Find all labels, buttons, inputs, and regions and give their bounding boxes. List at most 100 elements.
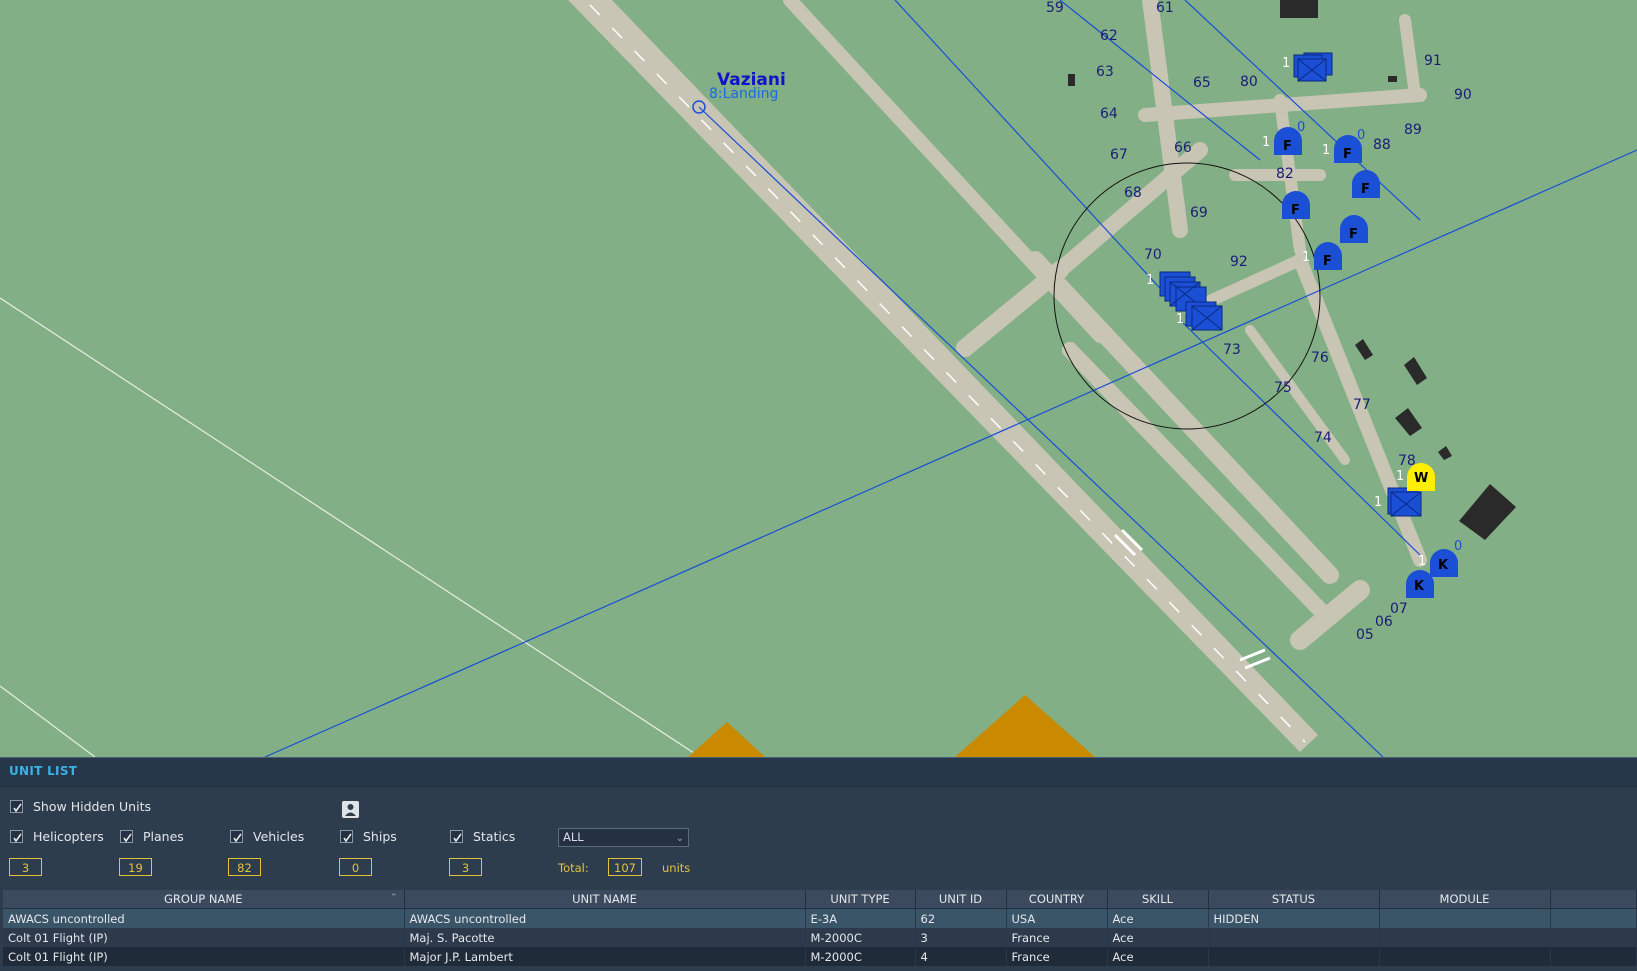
ground-unit-icon[interactable] [1185, 301, 1223, 331]
table-cell: Colt 01 Flight (IP) [3, 928, 405, 947]
parking-number: 76 [1311, 350, 1329, 366]
column-header-status[interactable]: STATUS [1208, 890, 1380, 909]
table-cell [1550, 908, 1637, 928]
svg-text:1: 1 [1176, 312, 1184, 327]
aircraft-unit-icon[interactable]: F [1340, 215, 1368, 243]
parking-number: 65 [1193, 75, 1211, 91]
svg-text:1: 1 [1322, 143, 1330, 158]
parking-number: 59 [1046, 0, 1064, 16]
table-row[interactable]: Colt 01 Flight (IP) Maj. S. Pacotte M-20… [3, 928, 1637, 947]
table-cell [1379, 947, 1551, 966]
country-select[interactable]: ALL ⌄ [558, 828, 689, 847]
parking-number: 89 [1404, 122, 1422, 138]
parking-number: 70 [1144, 247, 1162, 263]
svg-text:1: 1 [1374, 495, 1382, 510]
table-cell: E-3A [805, 908, 916, 928]
mission-map[interactable]: Vaziani 8:Landing 59 61 62 63 64 65 80 9… [0, 0, 1637, 757]
svg-text:F: F [1283, 139, 1292, 154]
parking-number: 69 [1190, 205, 1208, 221]
show-hidden-label: Show Hidden Units [33, 799, 151, 814]
aircraft-unit-icon[interactable]: F [1352, 170, 1380, 198]
parking-number: 80 [1240, 74, 1258, 90]
ships-checkbox[interactable] [340, 830, 353, 843]
parking-number: 61 [1156, 0, 1174, 16]
column-header-module[interactable]: MODULE [1379, 890, 1551, 909]
aircraft-unit-icon[interactable]: W [1407, 463, 1435, 491]
show-hidden-checkbox[interactable] [10, 800, 23, 813]
total-count: 107 [608, 858, 642, 876]
vehicles-label: Vehicles [253, 829, 305, 844]
column-header-skill[interactable]: SKILL [1107, 890, 1209, 909]
aircraft-unit-icon[interactable]: K [1406, 570, 1434, 598]
helicopters-label: Helicopters [33, 829, 104, 844]
vehicles-checkbox[interactable] [230, 830, 243, 843]
table-row[interactable]: Colt 01 Flight (IP) Major J.P. Lambert M… [3, 947, 1637, 966]
helicopters-checkbox[interactable] [10, 830, 23, 843]
chevron-down-icon: ⌄ [675, 833, 684, 844]
table-cell: Maj. S. Pacotte [404, 928, 806, 947]
table-cell: AWACS uncontrolled [404, 908, 806, 928]
table-cell: M-2000C [805, 928, 916, 947]
column-header-unit-id[interactable]: UNIT ID [915, 890, 1007, 909]
table-cell: France [1006, 928, 1108, 947]
ground-unit-icon[interactable] [1387, 487, 1422, 517]
column-header-country[interactable]: COUNTRY [1006, 890, 1108, 909]
ground-unit-icon[interactable] [1293, 52, 1333, 82]
table-cell: USA [1006, 908, 1108, 928]
waypoint-label: 8:Landing [709, 86, 778, 102]
parking-number: 88 [1373, 137, 1391, 153]
table-cell: Ace [1107, 928, 1209, 947]
svg-text:1: 1 [1282, 56, 1290, 71]
parking-number: 77 [1353, 397, 1371, 413]
table-cell: HIDDEN [1208, 908, 1380, 928]
parking-number: 64 [1100, 106, 1118, 122]
svg-text:0: 0 [1357, 128, 1365, 143]
svg-text:W: W [1414, 471, 1428, 486]
units-label: units [662, 861, 691, 875]
parking-number: 63 [1096, 64, 1114, 80]
svg-text:F: F [1349, 227, 1358, 242]
column-header-unit-name[interactable]: UNIT NAME [404, 890, 806, 909]
table-cell: Colt 01 Flight (IP) [3, 947, 405, 966]
column-header-group-name[interactable]: GROUP NAME ⌃ [3, 890, 405, 909]
aircraft-unit-icon[interactable]: F [1282, 191, 1310, 219]
statics-label: Statics [473, 829, 516, 844]
table-cell [1208, 947, 1380, 966]
map-canvas[interactable]: Vaziani 8:Landing 59 61 62 63 64 65 80 9… [0, 0, 1637, 757]
person-filter-icon[interactable] [342, 801, 359, 818]
svg-text:K: K [1438, 558, 1449, 573]
panel-title: UNIT LIST [9, 764, 78, 778]
parking-number: 91 [1424, 53, 1442, 69]
svg-text:1: 1 [1418, 554, 1426, 569]
helicopters-count: 3 [9, 858, 42, 876]
table-cell [1208, 928, 1380, 947]
country-select-value: ALL [563, 830, 584, 844]
planes-count: 19 [119, 858, 152, 876]
table-cell [1550, 947, 1637, 966]
total-label: Total: [558, 861, 589, 875]
parking-number: 68 [1124, 185, 1142, 201]
table-cell: 62 [915, 908, 1007, 928]
table-cell: Ace [1107, 908, 1209, 928]
table-row[interactable]: AWACS uncontrolled AWACS uncontrolled E-… [3, 908, 1637, 928]
svg-text:F: F [1291, 203, 1300, 218]
table-cell [1550, 928, 1637, 947]
table-cell: 3 [915, 928, 1007, 947]
ships-count: 0 [339, 858, 372, 876]
parking-number: 62 [1100, 28, 1118, 44]
aircraft-unit-icon[interactable]: F [1314, 242, 1342, 270]
table-cell: M-2000C [805, 947, 916, 966]
svg-text:F: F [1323, 254, 1332, 269]
statics-checkbox[interactable] [450, 830, 463, 843]
unit-table: GROUP NAME ⌃ UNIT NAME UNIT TYPE UNIT ID … [3, 890, 1637, 966]
planes-checkbox[interactable] [120, 830, 133, 843]
column-header-unit-type[interactable]: UNIT TYPE [805, 890, 916, 909]
svg-text:F: F [1343, 147, 1352, 162]
svg-text:F: F [1361, 182, 1370, 197]
table-cell [1379, 928, 1551, 947]
vehicles-count: 82 [228, 858, 261, 876]
parking-number: 92 [1230, 254, 1248, 270]
parking-number: 75 [1274, 380, 1292, 396]
table-cell [1379, 908, 1551, 928]
table-cell: 4 [915, 947, 1007, 966]
